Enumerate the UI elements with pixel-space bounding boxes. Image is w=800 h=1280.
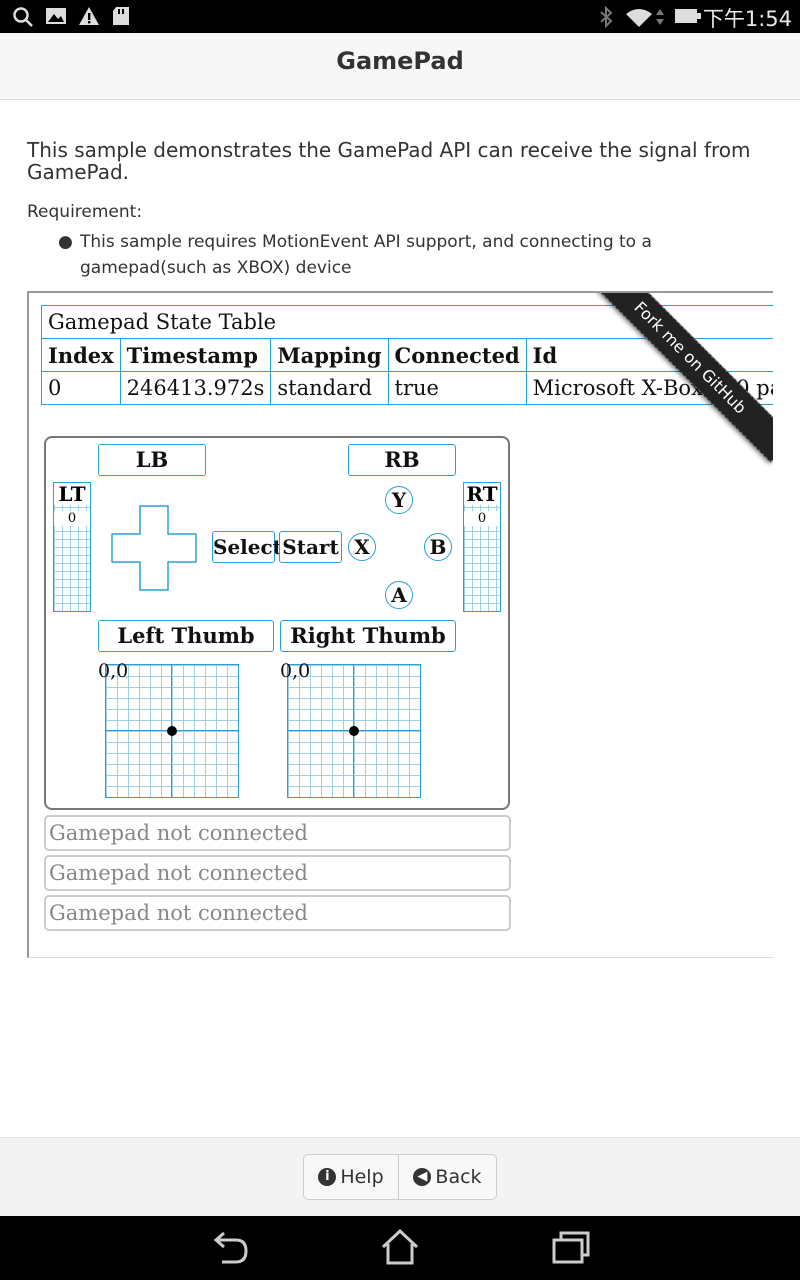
footer-button-group: i Help ◀ Back [303,1154,497,1200]
rt-label: RT [464,483,500,505]
help-label: Help [340,1166,384,1188]
status-bar: 下午1:54 [0,0,800,33]
app-header: GamePad [0,33,800,100]
b-button: B [424,533,452,561]
column-header: Mapping [270,338,389,372]
lt-label: LT [54,483,90,505]
bluetooth-icon [600,6,613,28]
lb-button: LB [98,444,206,476]
requirement-item: This sample requires MotionEvent API sup… [80,232,652,278]
recents-nav-icon[interactable] [551,1230,591,1266]
lt-value: 0 [54,511,90,526]
a-button: A [385,581,413,609]
x-button: X [348,533,376,561]
page-title: GamePad [336,47,464,75]
description: This sample demonstrates the GamePad API… [27,138,751,184]
dpad-icon [111,505,197,591]
battery-icon [675,9,701,23]
gamepad-slot-status: Gamepad not connected [44,895,511,931]
column-header: Index [41,338,121,372]
warning-icon [79,7,99,25]
select-button: Select [212,531,282,563]
right-thumb-button: Right Thumb [280,620,456,652]
info-icon: i [318,1168,337,1186]
rt-trigger: RT 0 [463,482,501,612]
left-stick-grid [105,664,239,798]
image-icon [46,8,66,24]
column-header: Id [525,338,773,372]
back-button[interactable]: ◀ Back [399,1155,496,1199]
gamepad-slot-status: Gamepad not connected [44,815,511,851]
right-stick-dot [349,726,359,736]
left-stick-coord: 0,0 [98,660,129,682]
table-cell: true [387,371,527,405]
right-stick-coord: 0,0 [280,660,311,682]
sd-card-icon [113,7,129,25]
lt-trigger: LT 0 [53,482,91,612]
data-arrows-icon [656,9,664,25]
gamepad-slot-status: Gamepad not connected [44,855,511,891]
home-nav-icon[interactable] [380,1228,420,1266]
back-label: Back [435,1166,482,1188]
table-cell: 0 [41,371,121,405]
start-button: Start [279,531,342,563]
rb-button: RB [348,444,456,476]
table-row: 0 246413.972s standard true Microsoft X-… [41,371,773,405]
gamepad-visualizer: LB RB LT 0 RT 0 Select Start Y X B A Lef… [44,436,510,810]
right-stick-grid [287,664,421,798]
help-button[interactable]: i Help [304,1155,399,1199]
back-nav-icon[interactable] [210,1230,250,1266]
table-cell: 246413.972s [119,371,272,405]
wifi-icon [626,9,652,27]
footer-toolbar: i Help ◀ Back [0,1137,800,1217]
sample-frame: Gamepad State Table Index Timestamp Mapp… [27,291,773,958]
column-header: Timestamp [119,338,272,372]
y-button: Y [385,486,413,514]
requirement-list: ● This sample requires MotionEvent API s… [58,229,780,281]
back-arrow-icon: ◀ [413,1168,432,1186]
clock: 下午1:54 [702,7,792,31]
rt-value: 0 [464,511,500,526]
table-cell: standard [270,371,389,405]
column-header: Connected [387,338,527,372]
bullet-icon: ● [58,232,73,252]
system-nav-bar [0,1216,800,1280]
left-stick-dot [167,726,177,736]
left-thumb-button: Left Thumb [98,620,274,652]
search-icon [13,7,33,27]
requirement-label: Requirement: [27,202,143,222]
